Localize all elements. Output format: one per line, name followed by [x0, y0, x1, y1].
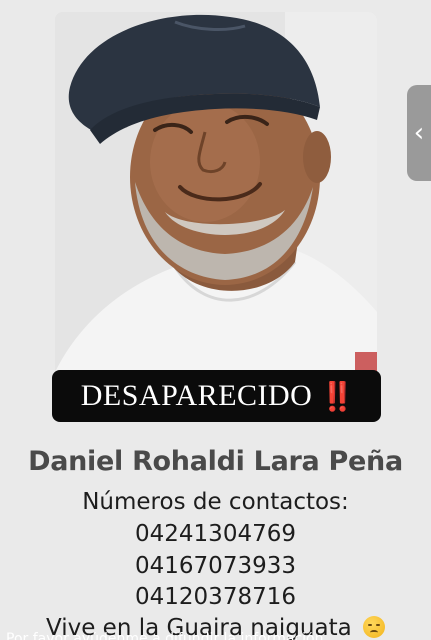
- phone-number: 04241304769: [135, 521, 296, 547]
- portrait-photo: [55, 12, 377, 417]
- missing-badge: DESAPARECIDO ‼️: [52, 370, 381, 422]
- phone-number: 04167073933: [135, 553, 296, 579]
- chevron-left-icon: ‹: [413, 118, 425, 148]
- missing-badge-text: DESAPARECIDO: [80, 379, 313, 412]
- person-name: Daniel Rohaldi Lara Peña: [28, 446, 403, 477]
- contacts-label: Números de contactos:: [82, 489, 349, 515]
- missing-person-post: DESAPARECIDO ‼️ Daniel Rohaldi Lara Peña…: [0, 0, 431, 640]
- side-panel-toggle[interactable]: ‹: [407, 85, 431, 181]
- double-exclamation-icon: ‼️: [320, 379, 355, 413]
- phone-number: 04120378716: [135, 584, 296, 610]
- bottom-caption: Por favor ayúdenme a difundir la informa…: [6, 632, 324, 640]
- portrait-image: [55, 12, 377, 417]
